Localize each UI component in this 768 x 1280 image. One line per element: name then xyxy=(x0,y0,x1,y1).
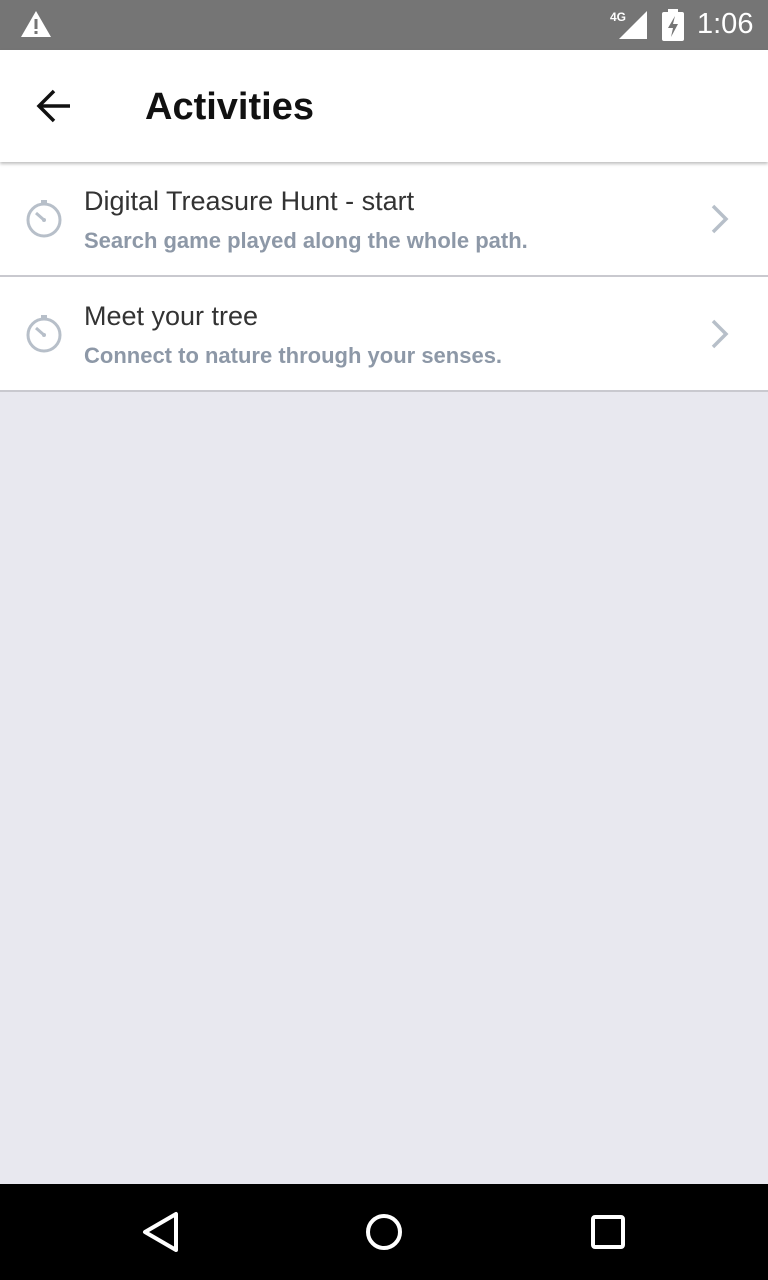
list-item-meet-your-tree[interactable]: Meet your tree Connect to nature through… xyxy=(0,277,768,392)
activity-subtitle: Connect to nature through your senses. xyxy=(84,343,503,368)
system-navigation-bar xyxy=(0,1184,768,1280)
chevron-right-icon xyxy=(711,319,729,349)
list-item-digital-treasure-hunt[interactable]: Digital Treasure Hunt - start Search gam… xyxy=(0,162,768,277)
app-bar: Activities xyxy=(0,50,768,162)
battery-charging-icon xyxy=(662,9,684,41)
activity-list: Digital Treasure Hunt - start Search gam… xyxy=(0,162,768,392)
activity-title: Digital Treasure Hunt - start xyxy=(84,186,415,216)
back-triangle-icon[interactable] xyxy=(140,1210,180,1254)
home-circle-icon[interactable] xyxy=(364,1212,404,1252)
clock-time: 1:06 xyxy=(697,8,754,40)
activity-title: Meet your tree xyxy=(84,301,259,331)
arrow-left-icon[interactable] xyxy=(30,85,76,127)
signal-icon: 4G xyxy=(610,10,647,39)
activity-subtitle: Search game played along the whole path. xyxy=(84,228,528,253)
timer-icon xyxy=(26,200,62,238)
recents-square-icon[interactable] xyxy=(590,1214,626,1250)
timer-icon xyxy=(26,315,62,353)
status-bar: 4G 1:06 xyxy=(0,0,768,50)
page-title: Activities xyxy=(145,86,314,128)
chevron-right-icon xyxy=(711,204,729,234)
network-type-label: 4G xyxy=(610,10,626,24)
warning-icon xyxy=(21,11,51,37)
